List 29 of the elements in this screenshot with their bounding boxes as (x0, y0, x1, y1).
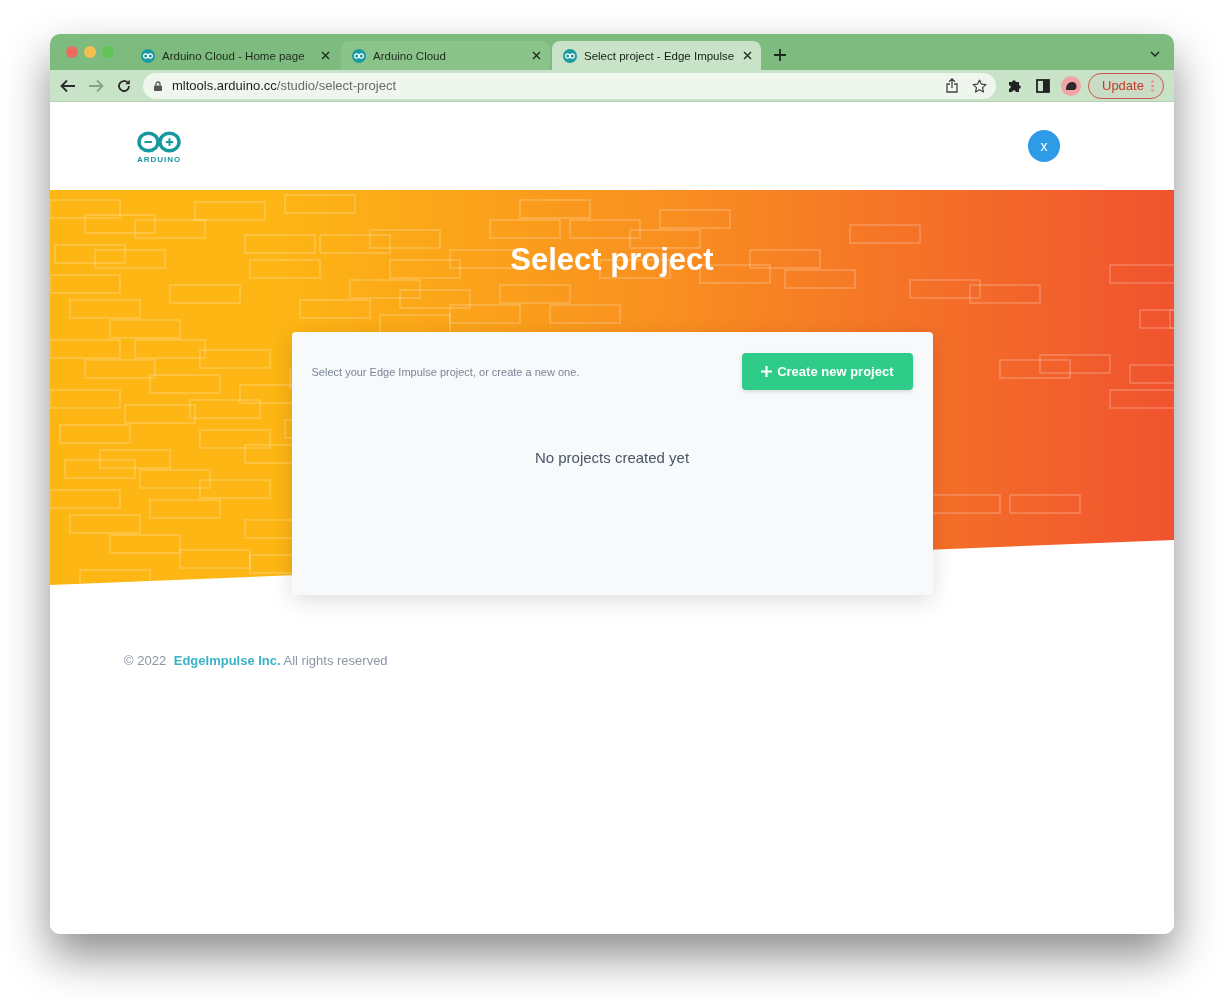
intro-text: Select your Edge Impulse project, or create a new one. (311, 364, 580, 379)
share-icon[interactable] (946, 78, 958, 93)
puzzle-icon[interactable] (1008, 78, 1023, 93)
infinity-icon (141, 48, 155, 63)
page-title: Select project (510, 241, 714, 279)
browser-tab[interactable]: Select project - Edge Impulse (552, 41, 761, 70)
empty-state-message: No projects created yet (534, 448, 690, 468)
address-bar[interactable]: mltools.arduino.cc/studio/select-project (143, 72, 996, 99)
reload-icon[interactable] (117, 78, 131, 93)
plus-icon (761, 366, 773, 377)
lock-icon[interactable] (154, 80, 162, 91)
sidebar-icon[interactable] (1036, 78, 1050, 93)
star-icon[interactable] (972, 78, 987, 93)
infinity-icon (563, 48, 577, 63)
new-tab-icon[interactable] (774, 49, 786, 61)
update-button[interactable]: Update (1088, 72, 1164, 99)
back-icon[interactable] (60, 78, 76, 93)
infinity-icon (352, 48, 366, 63)
browser-tab[interactable]: Arduino Cloud (341, 41, 550, 70)
copyright-text: © 2022 EdgeImpulse Inc. All rights reserved (124, 652, 388, 670)
close-icon[interactable] (743, 51, 752, 60)
profile-avatar-icon[interactable] (1061, 75, 1081, 96)
url-text[interactable]: mltools.arduino.cc/studio/select-project (172, 77, 396, 94)
close-icon[interactable] (532, 51, 541, 60)
chevron-down-icon[interactable] (1150, 51, 1160, 57)
browser-tab[interactable]: Arduino Cloud - Home page (130, 41, 339, 70)
close-icon[interactable] (321, 51, 330, 60)
infinity-logo-icon (137, 130, 182, 153)
home-logo-link[interactable]: ARDUINO (137, 130, 182, 164)
